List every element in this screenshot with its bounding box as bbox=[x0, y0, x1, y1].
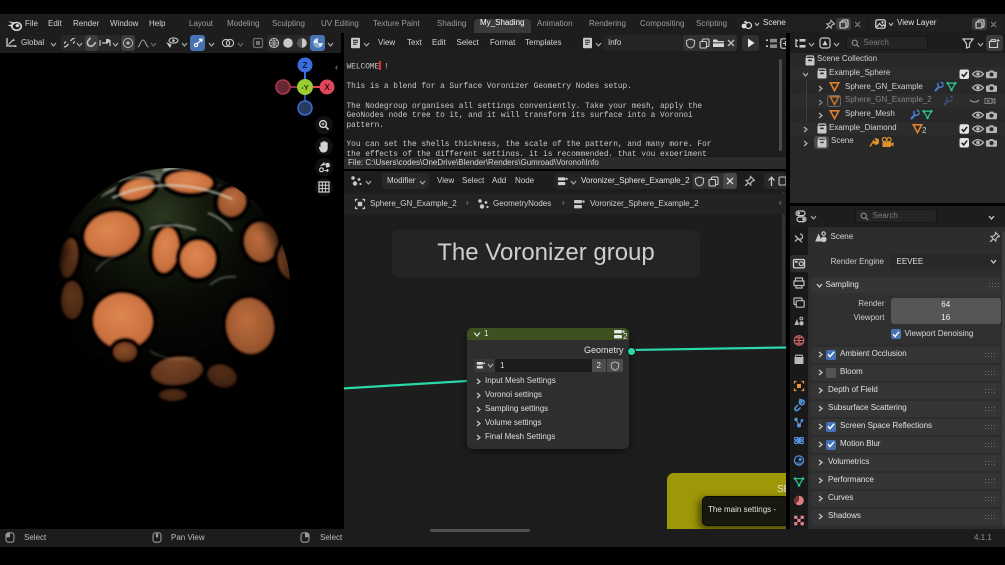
svg-text:-Y: -Y bbox=[301, 83, 309, 92]
svg-text:Z: Z bbox=[303, 61, 308, 70]
svg-text:X: X bbox=[324, 83, 330, 92]
